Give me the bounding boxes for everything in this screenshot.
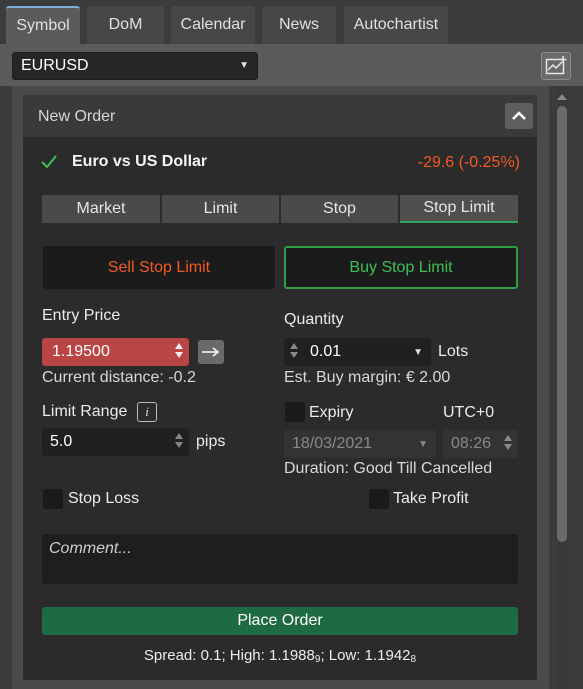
expiry-label: Expiry [309,404,354,421]
new-order-panel: New Order Euro vs US Dollar -29.6 (-0.25… [23,95,537,680]
chevron-down-icon: ▼ [418,439,428,450]
order-type-market[interactable]: Market [42,195,160,223]
symbol-change: -29.6 (-0.25%) [417,154,520,171]
spread-info: Spread: 0.1; High: 1.19889; Low: 1.19428 [23,647,537,665]
limit-range-input[interactable]: 5.0 [42,428,189,456]
symbol-bar: EURUSD ▼ [0,46,583,86]
quantity-label: Quantity [284,311,344,328]
tab-symbol[interactable]: Symbol [6,6,80,44]
order-type-stop[interactable]: Stop [281,195,398,223]
limit-range-unit: pips [196,433,226,450]
chevron-down-icon: ▼ [239,60,249,71]
high-pipette: 9 [314,654,321,665]
tab-news[interactable]: News [262,6,336,44]
take-profit-checkbox[interactable] [369,489,389,509]
limit-range-value: 5.0 [50,433,73,450]
expiry-time-input[interactable]: 08:26 [443,430,518,458]
tab-calendar[interactable]: Calendar [171,6,255,44]
tab-autochartist[interactable]: Autochartist [344,6,448,44]
buy-stop-limit-button[interactable]: Buy Stop Limit [284,246,518,289]
chevron-up-icon [512,111,526,120]
expiry-date-value: 18/03/2021 [292,435,373,452]
expiry-date-input[interactable]: 18/03/2021 ▼ [284,430,436,458]
take-profit-label: Take Profit [393,490,469,507]
spread-high-text: Spread: 0.1; High: 1.1988 [143,647,315,664]
scroll-thumb[interactable] [557,106,567,542]
low-text: ; Low: 1.1942 [320,647,411,664]
panel-title: New Order [38,108,116,125]
entry-price-label: Entry Price [42,307,121,324]
order-type-limit[interactable]: Limit [162,195,279,223]
place-order-button[interactable]: Place Order [42,607,518,635]
scrollbar[interactable] [555,86,569,689]
symbol-select[interactable]: EURUSD ▼ [12,52,258,80]
tab-dom[interactable]: DoM [87,6,164,44]
estimated-margin: Est. Buy margin: € 2.00 [284,369,451,386]
collapse-button[interactable] [505,103,533,129]
quantity-input[interactable]: 0.01 ▼ [284,338,431,366]
stop-loss-checkbox[interactable] [43,489,63,509]
entry-price-input[interactable]: 1.19500 [42,338,189,366]
chevron-down-icon: ▼ [413,347,423,358]
arrow-right-icon [202,347,220,357]
symbol-row: Euro vs US Dollar -29.6 (-0.25%) [40,147,520,177]
info-icon[interactable]: i [137,402,157,422]
entry-price-value: 1.19500 [52,343,110,360]
limit-range-label: Limit Range [42,403,128,420]
use-current-price-button[interactable] [198,340,224,364]
chart-add-icon [545,56,567,75]
quantity-stepper[interactable] [290,343,298,361]
add-chart-button[interactable] [541,52,571,80]
current-distance: Current distance: -0.2 [42,369,196,386]
check-icon [41,155,57,169]
low-pipette: 8 [410,654,417,665]
timezone-label: UTC+0 [443,404,495,421]
expiry-checkbox[interactable] [285,402,305,422]
scroll-up-icon[interactable] [557,94,567,100]
comment-field[interactable]: Comment... [42,534,518,584]
order-type-tabs: Market Limit Stop Stop Limit [42,195,518,223]
symbol-select-value: EURUSD [21,57,89,74]
quantity-unit: Lots [438,343,469,360]
expiry-time-stepper[interactable] [504,435,512,453]
entry-price-stepper[interactable] [175,343,183,361]
stop-loss-label: Stop Loss [68,490,140,507]
expiry-time-value: 08:26 [451,435,492,452]
panel-header: New Order [23,95,537,137]
limit-range-stepper[interactable] [175,433,183,451]
sell-stop-limit-button[interactable]: Sell Stop Limit [43,246,275,289]
order-type-stop-limit[interactable]: Stop Limit [400,195,518,223]
order-panel-frame: New Order Euro vs US Dollar -29.6 (-0.25… [12,86,549,689]
symbol-name: Euro vs US Dollar [72,153,208,170]
duration-text: Duration: Good Till Cancelled [284,460,493,477]
quantity-value: 0.01 [310,343,342,360]
